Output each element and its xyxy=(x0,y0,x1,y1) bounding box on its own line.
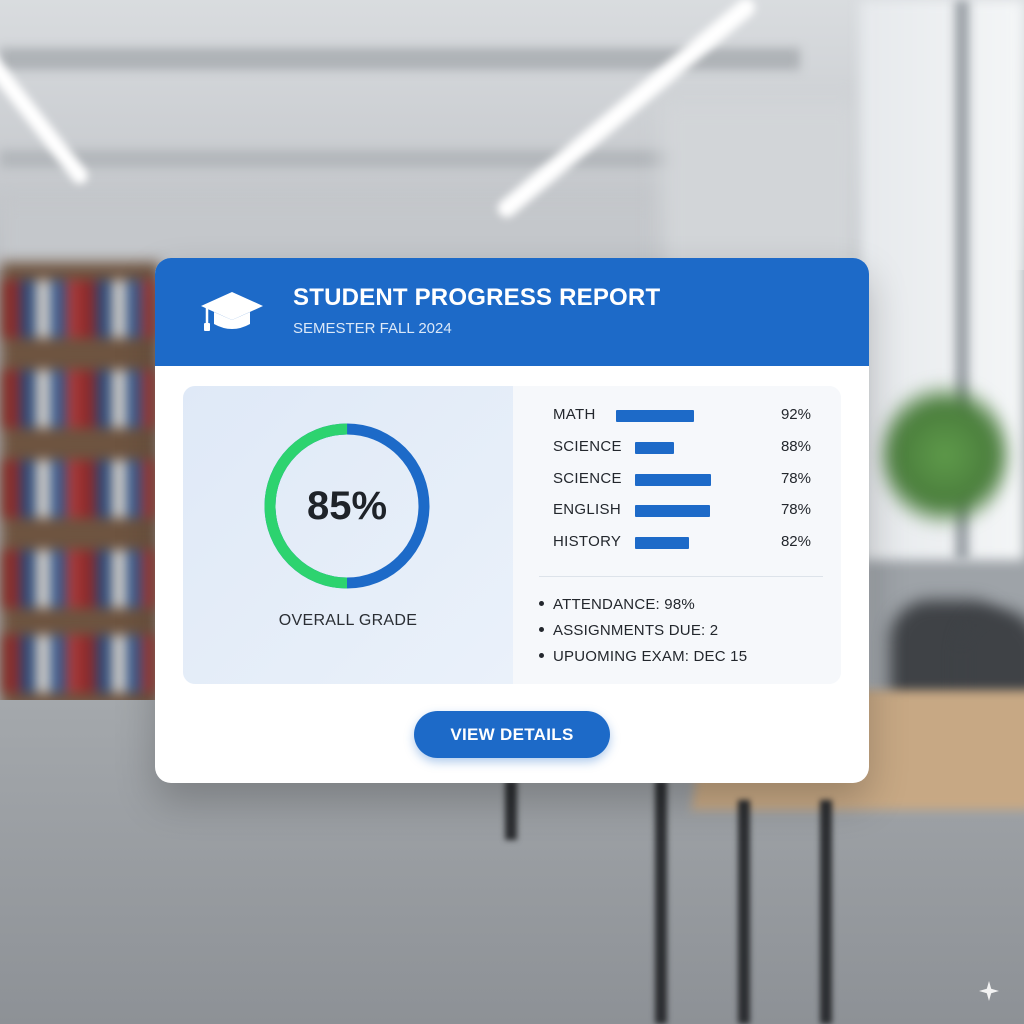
attendance-text: ATTENDANCE: 98% xyxy=(553,596,695,613)
subject-name: ENGLISH xyxy=(553,501,621,518)
subject-bar xyxy=(635,442,674,454)
subject-row: SCIENCE 88% xyxy=(553,436,833,460)
subject-name: SCIENCE xyxy=(553,470,622,487)
exam-text: UPUOMING EXAM: DEC 15 xyxy=(553,648,748,665)
overall-grade-section: 85% OVERALL GRADE xyxy=(183,386,513,684)
subject-name: SCIENCE xyxy=(553,438,622,455)
attendance-item: ATTENDANCE: 98% xyxy=(539,596,695,613)
card-header: STUDENT PROGRESS REPORT SEMESTER FALL 20… xyxy=(155,258,869,366)
subject-name: HISTORY xyxy=(553,533,622,550)
page-title: STUDENT PROGRESS REPORT xyxy=(293,284,661,311)
subject-bar xyxy=(635,537,689,549)
subject-score: 92% xyxy=(780,406,811,423)
assignments-text: ASSIGNMENTS DUE: 2 xyxy=(553,622,719,639)
subject-row: ENGLISH 78% xyxy=(553,499,833,523)
subject-bar xyxy=(635,474,711,486)
subject-score: 82% xyxy=(780,533,811,550)
subject-row: MATH 92% xyxy=(553,404,833,428)
view-details-button[interactable]: VIEW DETAILS xyxy=(414,711,610,758)
subject-row: SCIENCE 78% xyxy=(553,468,833,492)
divider xyxy=(539,576,823,577)
subject-score: 78% xyxy=(780,501,811,518)
progress-report-card: STUDENT PROGRESS REPORT SEMESTER FALL 20… xyxy=(155,258,869,783)
subject-bar xyxy=(616,410,694,422)
subject-row: HISTORY 82% xyxy=(553,531,833,555)
overall-grade-label: OVERALL GRADE xyxy=(278,612,418,629)
subject-breakdown: MATH 92% SCIENCE 88% SCIENCE 78% ENGLISH… xyxy=(513,386,841,684)
subject-bar xyxy=(635,505,710,517)
subject-name: MATH xyxy=(553,406,596,423)
report-panel: 85% OVERALL GRADE MATH 92% SCIENCE 88% S… xyxy=(183,386,841,684)
exam-item: UPUOMING EXAM: DEC 15 xyxy=(539,648,747,665)
subject-score: 88% xyxy=(780,438,811,455)
semester-label: SEMESTER FALL 2024 xyxy=(293,320,452,337)
assignments-item: ASSIGNMENTS DUE: 2 xyxy=(539,622,718,639)
subject-score: 78% xyxy=(780,470,811,487)
sparkle-icon xyxy=(979,981,999,1001)
graduation-cap-icon xyxy=(201,292,263,331)
overall-grade-value: 85% xyxy=(306,484,388,528)
